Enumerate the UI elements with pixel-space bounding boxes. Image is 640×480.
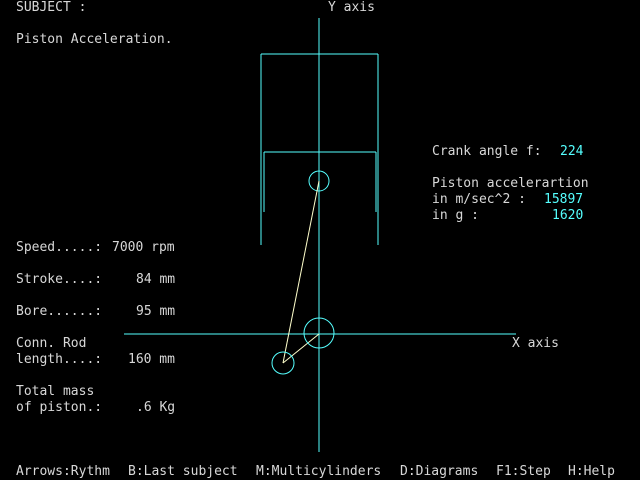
simulation-screen: SUBJECT : Piston Acceleration. Y axis X … [0, 0, 640, 480]
accel-ms2-label: in m/sec^2 : [432, 192, 526, 207]
piston [263, 151, 377, 212]
conn-rod-value: 160 mm [128, 352, 175, 367]
conn-rod-label-line2: length....: [16, 352, 103, 367]
connecting-rod [282, 180, 320, 364]
speed-label: Speed.....: [16, 240, 103, 255]
conn-rod-label-line1: Conn. Rod [16, 336, 87, 351]
accel-g-value: 1620 [552, 208, 584, 223]
subject-label: SUBJECT : [16, 0, 87, 15]
menu-arrows-rythm[interactable]: Arrows:Rythm [16, 464, 110, 480]
bore-value: 95 mm [136, 304, 176, 319]
menu-step[interactable]: F1:Step [496, 464, 551, 480]
stroke-label: Stroke....: [16, 272, 103, 287]
menu-help[interactable]: H:Help [568, 464, 615, 480]
crank-angle-value: 224 [560, 144, 584, 159]
crank-angle-label: Crank angle f: [432, 144, 542, 159]
crank-arm [282, 333, 320, 364]
accel-ms2-value: 15897 [544, 192, 584, 207]
menu-multicylinders[interactable]: M:Multicylinders [256, 464, 381, 480]
stroke-value: 84 mm [136, 272, 176, 287]
menu-diagrams[interactable]: D:Diagrams [400, 464, 478, 480]
menu-last-subject[interactable]: B:Last subject [128, 464, 238, 480]
bore-label: Bore......: [16, 304, 103, 319]
accel-g-label: in g : [432, 208, 479, 223]
mass-value: .6 Kg [136, 400, 176, 415]
x-axis-label: X axis [512, 336, 559, 351]
y-axis-label: Y axis [328, 0, 375, 15]
speed-value: 7000 rpm [112, 240, 175, 255]
mass-label-line2: of piston.: [16, 400, 103, 415]
subject-value: Piston Acceleration. [16, 32, 173, 47]
mass-label-line1: Total mass [16, 384, 95, 399]
accel-label: Piston accelerartion [432, 176, 589, 191]
